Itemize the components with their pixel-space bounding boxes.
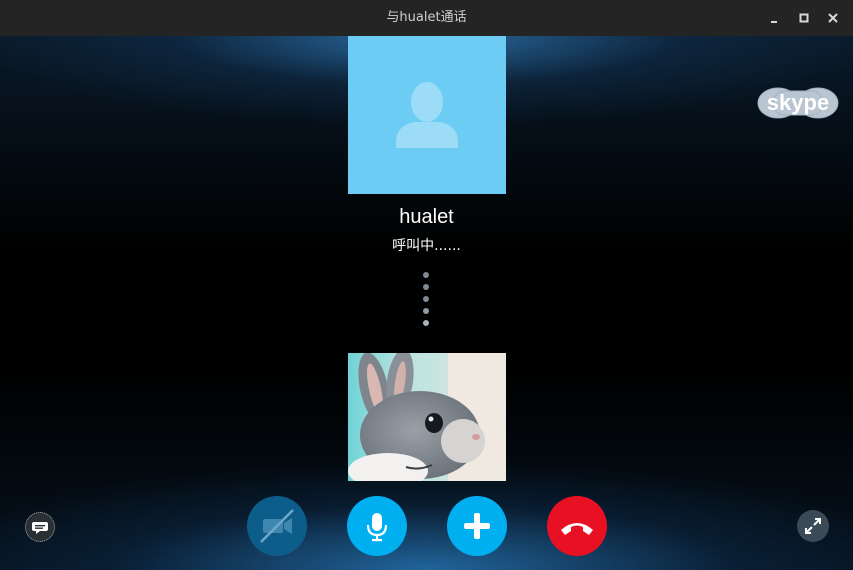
chat-button[interactable] <box>25 512 55 542</box>
fullscreen-button[interactable] <box>797 510 829 542</box>
add-participant-button[interactable] <box>447 496 507 556</box>
connecting-dot <box>423 308 429 314</box>
window-title: 与hualet通话 <box>386 10 467 25</box>
video-off-icon <box>260 509 294 543</box>
video-toggle-button[interactable] <box>247 496 307 556</box>
minimize-button[interactable] <box>764 8 784 28</box>
connecting-dot <box>423 272 429 278</box>
self-video-preview <box>348 353 506 481</box>
skype-logo: skype <box>757 87 839 119</box>
fullscreen-expand-icon <box>805 518 821 534</box>
call-stage: skype hualet 呼叫中...... <box>0 36 853 570</box>
maximize-icon <box>799 13 809 23</box>
microphone-button[interactable] <box>347 496 407 556</box>
chat-bubble-icon <box>32 522 48 534</box>
rabbit-photo <box>348 353 506 481</box>
connecting-dot <box>423 296 429 302</box>
maximize-button[interactable] <box>794 8 814 28</box>
caller-avatar <box>348 36 506 194</box>
default-avatar-icon <box>396 82 458 148</box>
microphone-icon <box>366 513 388 542</box>
skype-logo-text: skype <box>767 90 829 115</box>
close-icon <box>828 13 838 23</box>
hang-up-icon <box>561 523 593 535</box>
end-call-button[interactable] <box>547 496 607 556</box>
caller-name: hualet <box>399 206 454 228</box>
call-window: 与hualet通话 skype hualet 呼叫中...... <box>0 0 853 570</box>
close-button[interactable] <box>823 8 843 28</box>
minimize-icon <box>771 21 777 23</box>
connecting-dot <box>423 284 429 290</box>
connecting-dot <box>423 320 429 326</box>
call-status: 呼叫中...... <box>392 238 461 254</box>
title-bar: 与hualet通话 <box>0 0 853 36</box>
plus-icon <box>464 513 490 539</box>
